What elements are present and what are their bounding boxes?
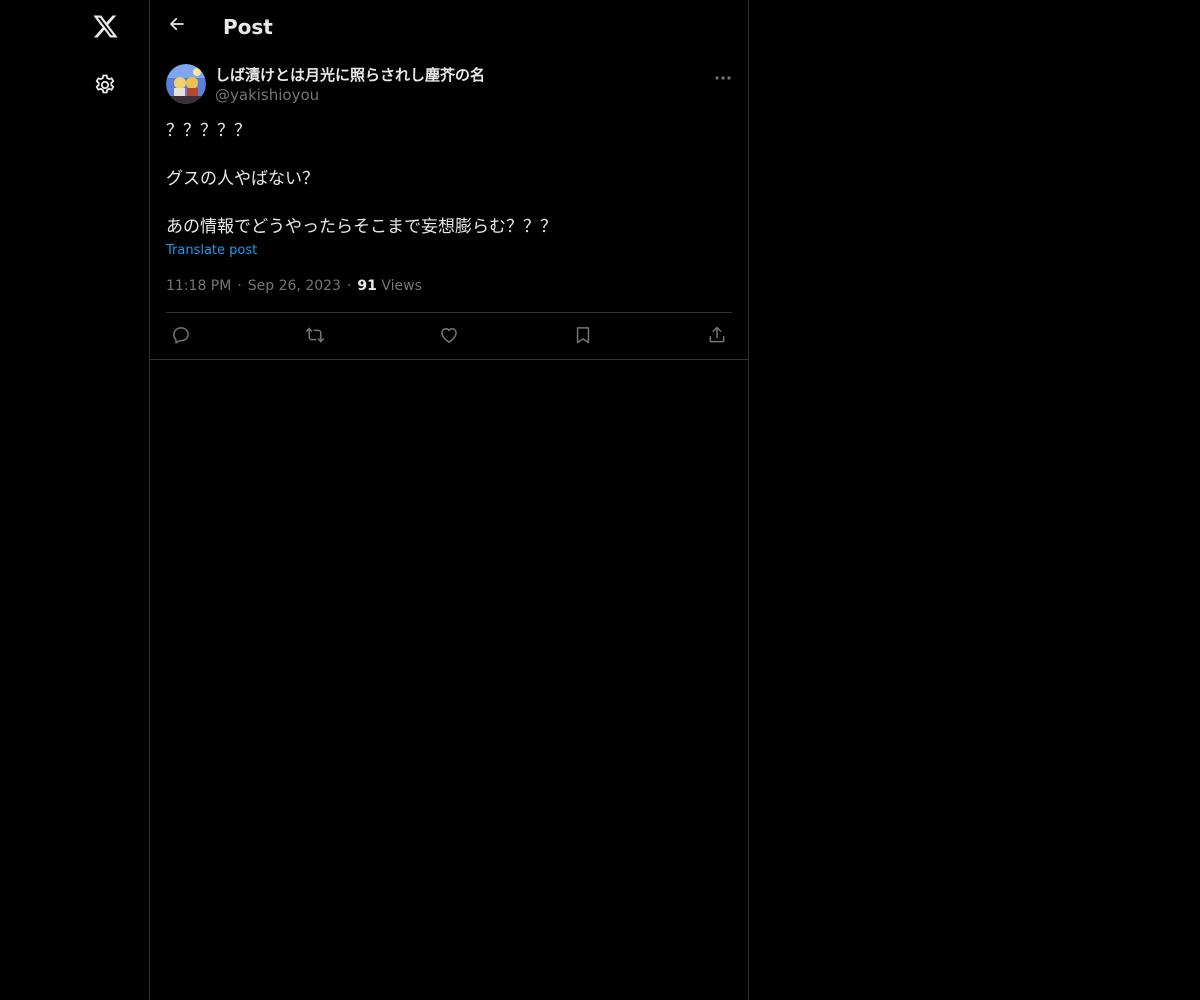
reply-button[interactable] bbox=[168, 324, 194, 350]
tweet-text-line: ？？？？？ bbox=[166, 121, 251, 141]
share-icon bbox=[707, 325, 727, 349]
author-handle[interactable]: @yakishioyou bbox=[215, 85, 319, 105]
tweet-text-line bbox=[166, 143, 726, 167]
like-button[interactable] bbox=[436, 324, 462, 350]
translate-post-link[interactable]: Translate post bbox=[166, 242, 257, 260]
repost-icon bbox=[304, 325, 326, 349]
tweet-date[interactable]: Sep 26, 2023 bbox=[248, 278, 341, 294]
more-icon bbox=[714, 66, 732, 85]
meta-separator: · bbox=[237, 278, 242, 294]
views-count: 91 bbox=[357, 278, 377, 294]
tweet-metadata: 11:18 PM · Sep 26, 2023 · 91 Views bbox=[166, 276, 422, 296]
main-column: Post しば漬けとは月光に照らされし塵芥の名 @yakishioyou ？？？… bbox=[149, 0, 749, 1000]
left-nav bbox=[0, 0, 149, 1000]
more-options-button[interactable] bbox=[708, 63, 738, 87]
heart-icon bbox=[439, 325, 459, 349]
back-button[interactable] bbox=[161, 10, 193, 42]
author-display-name[interactable]: しば漬けとは月光に照らされし塵芥の名 bbox=[215, 65, 485, 85]
app-root: Post しば漬けとは月光に照らされし塵芥の名 @yakishioyou ？？？… bbox=[0, 0, 1200, 1000]
gear-icon bbox=[93, 73, 117, 101]
tweet-text-line: グスの人やばない？ bbox=[166, 169, 319, 189]
home-logo-link[interactable] bbox=[85, 8, 125, 48]
x-logo-icon bbox=[92, 13, 119, 44]
tweet-text-line bbox=[166, 191, 726, 215]
tweet-text-line: あの情報でどうやったらそこまで妄想膨らむ？？？ bbox=[166, 217, 557, 237]
bookmark-button[interactable] bbox=[570, 324, 596, 350]
page-title: Post bbox=[223, 15, 273, 39]
tweet-text: ？？？？？ グスの人やばない？ あの情報でどうやったらそこまで妄想膨らむ？？？ bbox=[166, 119, 726, 239]
avatar[interactable] bbox=[166, 64, 206, 104]
tweet: しば漬けとは月光に照らされし塵芥の名 @yakishioyou ？？？？？ グス… bbox=[150, 53, 748, 360]
views-label: Views bbox=[381, 278, 422, 294]
page-header: Post bbox=[150, 0, 748, 53]
meta-separator: · bbox=[346, 278, 352, 294]
bookmark-icon bbox=[573, 325, 593, 349]
repost-button[interactable] bbox=[302, 324, 328, 350]
reply-icon bbox=[171, 325, 191, 349]
action-bar bbox=[150, 313, 748, 359]
arrow-left-icon bbox=[168, 15, 186, 37]
share-button[interactable] bbox=[704, 324, 730, 350]
settings-button[interactable] bbox=[85, 67, 125, 107]
tweet-time[interactable]: 11:18 PM bbox=[166, 278, 231, 294]
